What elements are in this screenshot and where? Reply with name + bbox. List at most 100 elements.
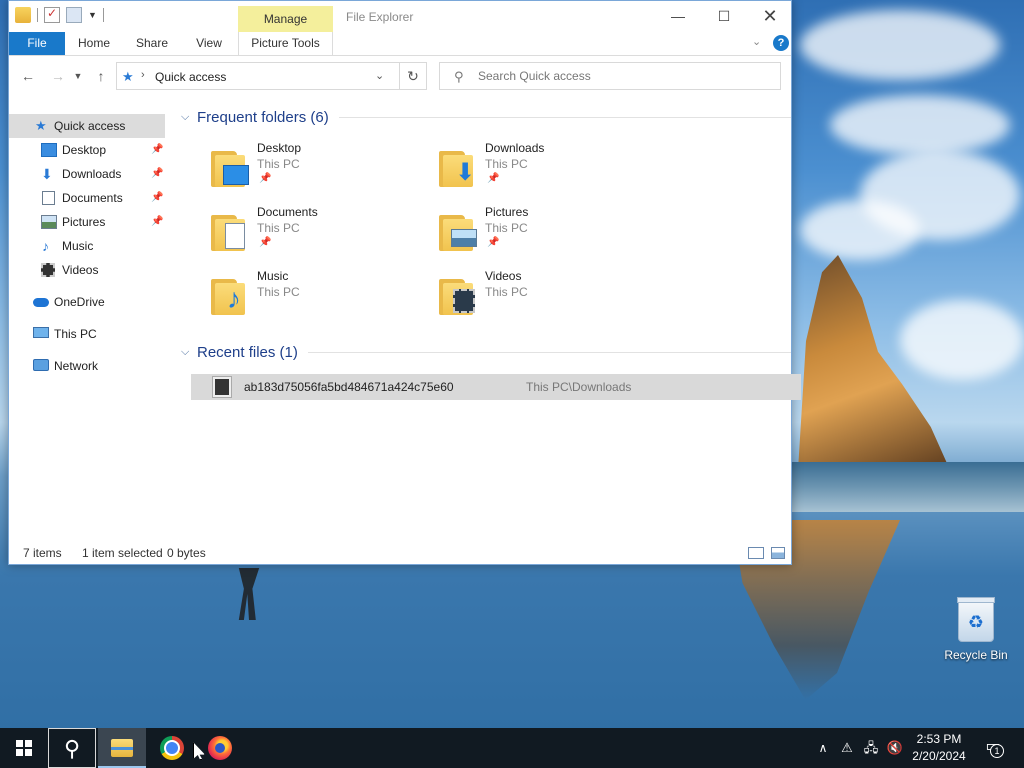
videos-icon (41, 263, 55, 277)
pin-icon[interactable]: 📌 (151, 186, 163, 210)
security-alert-icon[interactable]: ⚠ (836, 728, 858, 768)
folder-tile-desktop[interactable]: Desktop This PC 📌 (211, 141, 431, 201)
folder-name: Videos (485, 269, 522, 283)
folder-name: Desktop (257, 141, 302, 155)
folder-name: Pictures (485, 205, 529, 219)
content-pane: ⌵ Frequent folders (6) Desktop This PC 📌… (173, 101, 801, 541)
search-box[interactable]: ⚲ (439, 62, 781, 90)
address-path[interactable]: Quick access (155, 70, 226, 84)
windows-logo-icon (16, 740, 32, 756)
show-hidden-icons-icon[interactable]: ∧ (812, 728, 834, 768)
taskbar-search-icon[interactable]: ⚲ (48, 728, 96, 768)
recent-files-header[interactable]: ⌵ Recent files (1) (181, 342, 791, 362)
sidebar-item-videos[interactable]: Videos (9, 258, 165, 282)
action-center-icon[interactable]: ▭1 (980, 736, 1006, 760)
music-folder-icon: ♪ (211, 273, 253, 315)
sidebar-item-downloads[interactable]: ⬇ Downloads 📌 (9, 162, 165, 186)
large-icons-view-icon[interactable] (771, 547, 785, 559)
sidebar-item-label: Network (54, 359, 99, 373)
sidebar-item-pictures[interactable]: Pictures 📌 (9, 210, 165, 234)
refresh-button[interactable]: ↻ (399, 62, 427, 90)
start-button[interactable] (0, 728, 48, 768)
sidebar-item-label: Documents (62, 191, 123, 205)
toolbar-divider (102, 8, 104, 22)
customize-toolbar-icon[interactable]: ▼ (88, 10, 97, 20)
tab-picture-tools[interactable]: Picture Tools (238, 32, 333, 55)
sidebar-item-desktop[interactable]: Desktop 📌 (9, 138, 165, 162)
maximize-button[interactable]: ☐ (701, 1, 747, 32)
sidebar-item-network[interactable]: Network (9, 354, 165, 378)
folder-tile-documents[interactable]: Documents This PC 📌 (211, 205, 431, 265)
toolbar-divider (37, 8, 38, 22)
new-folder-icon[interactable] (66, 7, 82, 23)
folder-tile-music[interactable]: ♪ Music This PC (211, 269, 431, 329)
sidebar-item-label: Videos (62, 263, 99, 277)
volume-muted-icon[interactable]: 🔇 (884, 728, 906, 768)
folder-name: Downloads (485, 141, 545, 155)
music-icon: ♪ (42, 238, 49, 254)
desktop-folder-icon (211, 145, 253, 187)
sidebar-item-onedrive[interactable]: OneDrive (9, 290, 165, 314)
tab-file[interactable]: File (9, 32, 65, 55)
pin-icon: 📌 (487, 173, 500, 184)
recent-locations-icon[interactable]: ▼ (71, 66, 85, 86)
group-title: Frequent folders (6) (197, 108, 329, 126)
quick-access-toolbar: ▼ (15, 6, 104, 23)
close-button[interactable]: ✕ (747, 1, 793, 32)
folder-tile-videos[interactable]: Videos This PC (439, 269, 659, 329)
chevron-right-icon[interactable]: › (141, 69, 145, 81)
back-arrow-icon[interactable]: ← (18, 66, 38, 86)
clock[interactable]: 2:53 PM 2/20/2024 (906, 731, 972, 765)
recycle-bin-shortcut[interactable]: ♻ Recycle Bin (940, 597, 1012, 662)
videos-folder-icon (439, 273, 481, 315)
navigation-bar: ← → ▼ ↑ ★ › Quick access ⌄ ↻ ⚲ (9, 56, 791, 96)
network-icon (33, 359, 49, 371)
chevron-down-icon[interactable]: ⌵ (181, 111, 197, 124)
folder-tile-pictures[interactable]: Pictures This PC 📌 (439, 205, 659, 265)
sidebar-item-music[interactable]: ♪ Music (9, 234, 165, 258)
address-bar[interactable]: ★ › Quick access ⌄ (116, 62, 400, 90)
folder-name: Music (257, 269, 289, 283)
recent-file-row[interactable]: ab183d75056fa5bd484671a424c75e60 This PC… (191, 374, 801, 400)
properties-icon[interactable] (44, 6, 60, 23)
taskbar-chrome[interactable] (148, 728, 196, 768)
sidebar-item-label: Quick access (54, 119, 126, 133)
sidebar-item-quick-access[interactable]: ★ Quick access (9, 114, 165, 138)
forward-arrow-icon[interactable]: → (48, 66, 68, 86)
tab-home[interactable]: Home (69, 32, 119, 55)
tab-view[interactable]: View (189, 32, 229, 55)
folder-tile-downloads[interactable]: ⬇ Downloads This PC 📌 (439, 141, 659, 201)
documents-folder-icon (211, 209, 253, 251)
chevron-down-icon[interactable]: ⌄ (375, 69, 384, 82)
network-status-icon[interactable]: 🖧 (860, 728, 882, 768)
download-icon: ⬇ (41, 166, 53, 182)
selection-count: 1 item selected (82, 546, 163, 560)
title-bar: ▼ Manage File Explorer — ☐ ✕ (9, 1, 791, 32)
computer-icon (33, 327, 49, 338)
item-count: 7 items (23, 546, 62, 560)
sidebar-item-this-pc[interactable]: This PC (9, 322, 165, 346)
pin-icon[interactable]: 📌 (151, 138, 163, 162)
taskbar-file-explorer[interactable] (98, 728, 146, 768)
tab-share[interactable]: Share (129, 32, 175, 55)
folder-location: This PC (485, 157, 528, 171)
manage-contextual-tab[interactable]: Manage (238, 6, 333, 32)
folder-location: This PC (485, 285, 528, 299)
help-icon[interactable]: ? (773, 35, 789, 51)
minimize-button[interactable]: — (655, 1, 701, 32)
details-view-icon[interactable] (748, 547, 764, 559)
recycle-bin-icon: ♻ (957, 597, 995, 642)
pin-icon[interactable]: 📌 (151, 210, 163, 234)
frequent-folders-header[interactable]: ⌵ Frequent folders (6) (181, 107, 791, 127)
chevron-down-icon[interactable]: ⌵ (181, 346, 197, 359)
pin-icon[interactable]: 📌 (151, 162, 163, 186)
sidebar-item-documents[interactable]: Documents 📌 (9, 186, 165, 210)
up-arrow-icon[interactable]: ↑ (91, 66, 111, 86)
pin-icon: 📌 (487, 237, 500, 248)
taskbar-firefox[interactable] (196, 728, 244, 768)
folder-name: Documents (257, 205, 318, 219)
expand-ribbon-icon[interactable]: ⌄ (752, 35, 761, 48)
sidebar-item-label: This PC (54, 327, 97, 341)
search-input[interactable] (478, 68, 768, 84)
pictures-folder-icon (439, 209, 481, 251)
